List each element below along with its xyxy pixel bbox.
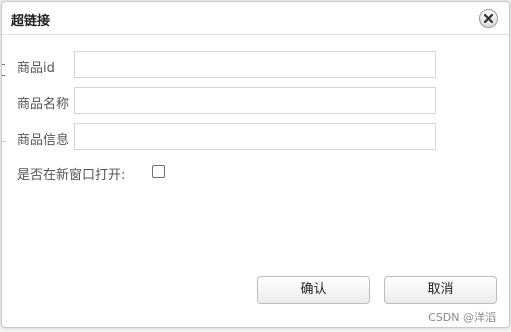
dialog-title: 超链接 bbox=[11, 14, 51, 29]
new-window-checkbox[interactable] bbox=[152, 165, 165, 178]
product-info-input[interactable] bbox=[74, 123, 436, 150]
hyperlink-dialog: 超链接 商品id 商品名称 商品信息 是否在新窗口打开: 确认 取消 bbox=[1, 1, 510, 328]
close-circle-icon bbox=[484, 14, 493, 23]
product-name-input[interactable] bbox=[74, 87, 436, 114]
cancel-button[interactable]: 取消 bbox=[384, 276, 497, 304]
product-id-label: 商品id bbox=[17, 61, 55, 76]
product-name-label: 商品名称 bbox=[17, 97, 70, 112]
confirm-button[interactable]: 确认 bbox=[257, 276, 370, 304]
product-info-label: 商品信息 bbox=[17, 133, 70, 148]
close-button[interactable] bbox=[479, 9, 498, 28]
csdn-watermark: CSDN @洋滔 bbox=[428, 311, 496, 324]
background-edge-icon bbox=[2, 64, 5, 76]
new-window-label: 是否在新窗口打开: bbox=[17, 168, 126, 183]
background-divider bbox=[2, 141, 6, 142]
product-id-input[interactable] bbox=[74, 51, 436, 78]
dialog-title-bar[interactable]: 超链接 bbox=[2, 2, 509, 35]
